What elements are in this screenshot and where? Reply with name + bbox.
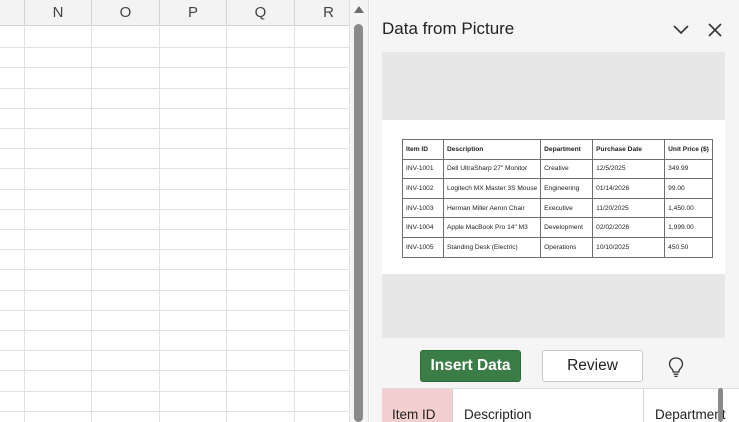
- picture-table-row: INV-1003 Herman Miller Aeron Chair Execu…: [402, 197, 713, 219]
- cell-grid[interactable]: [0, 27, 349, 422]
- picture-cell: Standing Desk (Electric): [442, 236, 542, 258]
- picture-header-cell: Description: [442, 139, 542, 160]
- picture-cell: 02/02/2026: [592, 217, 666, 238]
- picture-cell: Dell UltraSharp 27" Monitor: [442, 158, 542, 180]
- grid-row-line: [0, 269, 349, 270]
- picture-table-header-row: Item ID Description Department Purchase …: [402, 139, 713, 160]
- vertical-scrollbar[interactable]: [349, 0, 369, 422]
- picture-cell: Engineering: [540, 178, 594, 199]
- picture-cell: Executive: [540, 197, 594, 219]
- grid-row-line: [0, 391, 349, 392]
- grid-row-line: [0, 350, 349, 351]
- picture-cell: 01/14/2026: [592, 178, 666, 199]
- grid-column-line: [24, 27, 25, 422]
- picture-table-row: INV-1002 Logitech MX Master 3S Mouse Eng…: [402, 178, 713, 199]
- picture-cell: INV-1001: [402, 158, 444, 180]
- picture-header-cell: Department: [540, 139, 594, 160]
- result-header-department[interactable]: Department: [644, 389, 739, 422]
- review-button[interactable]: Review: [542, 350, 643, 382]
- grid-column-line: [91, 27, 92, 422]
- picture-cell: 10/10/2025: [592, 236, 666, 258]
- picture-cell: 349.99: [664, 158, 713, 180]
- grid-row-line: [0, 168, 349, 169]
- lightbulb-icon[interactable]: [666, 356, 686, 378]
- column-header-o[interactable]: O: [92, 0, 160, 26]
- grid-row-line: [0, 47, 349, 48]
- picture-cell: 450.50: [664, 236, 713, 258]
- grid-row-line: [0, 67, 349, 68]
- picture-header-cell: Unit Price ($): [664, 139, 713, 160]
- picture-cell: INV-1002: [402, 178, 444, 199]
- chevron-down-icon[interactable]: [669, 18, 693, 42]
- picture-cell: 11/20/2025: [592, 197, 666, 219]
- grid-column-line: [159, 27, 160, 422]
- picture-table: Item ID Description Department Purchase …: [402, 139, 713, 258]
- grid-row-line: [0, 229, 349, 230]
- grid-row-line: [0, 148, 349, 149]
- picture-cell: Logitech MX Master 3S Mouse: [442, 178, 542, 199]
- grid-row-line: [0, 88, 349, 89]
- column-header-q[interactable]: Q: [227, 0, 295, 26]
- grid-row-line: [0, 249, 349, 250]
- insert-data-button[interactable]: Insert Data: [420, 350, 521, 382]
- result-header-description[interactable]: Description: [453, 389, 644, 422]
- picture-table-row: INV-1001 Dell UltraSharp 27" Monitor Cre…: [402, 158, 713, 180]
- close-icon[interactable]: [703, 18, 727, 42]
- picture-cell: INV-1003: [402, 197, 444, 219]
- picture-cell: 1,450.00: [664, 197, 713, 219]
- grid-column-line: [294, 27, 295, 422]
- result-header-item-id[interactable]: Item ID: [382, 389, 453, 422]
- column-header-m[interactable]: [0, 0, 25, 26]
- scrollbar-thumb[interactable]: [354, 24, 363, 422]
- grid-row-line: [0, 290, 349, 291]
- column-header-n[interactable]: N: [25, 0, 92, 26]
- picture-cell: 12/5/2025: [592, 158, 666, 180]
- grid-row-line: [0, 411, 349, 412]
- picture-cell: 99.00: [664, 178, 713, 199]
- grid-row-line: [0, 108, 349, 109]
- picture-cell: Operations: [540, 236, 594, 258]
- picture-preview: Item ID Description Department Purchase …: [382, 52, 725, 338]
- picture-cell: 1,999.00: [664, 217, 713, 238]
- column-header-p[interactable]: P: [160, 0, 227, 26]
- grid-row-line: [0, 189, 349, 190]
- grid-row-line: [0, 330, 349, 331]
- picture-cell: INV-1004: [402, 217, 444, 238]
- pane-scrollbar-thumb[interactable]: [718, 388, 723, 422]
- picture-cell: Development: [540, 217, 594, 238]
- pane-title: Data from Picture: [382, 19, 515, 38]
- extracted-data-preview: Item ID Description Department: [382, 388, 739, 422]
- data-from-picture-pane: Data from Picture Item ID Description De…: [370, 0, 739, 422]
- grid-column-line: [226, 27, 227, 422]
- spreadsheet-grid[interactable]: N O P Q R: [0, 0, 349, 422]
- picture-cell: Creative: [540, 158, 594, 180]
- picture-cell: INV-1005: [402, 236, 444, 258]
- picture-header-cell: Item ID: [402, 139, 444, 160]
- source-picture: Item ID Description Department Purchase …: [382, 120, 725, 274]
- grid-row-line: [0, 209, 349, 210]
- picture-table-row: INV-1004 Apple MacBook Pro 14" M3 Develo…: [402, 217, 713, 238]
- grid-row-line: [0, 370, 349, 371]
- picture-table-row: INV-1005 Standing Desk (Electric) Operat…: [402, 236, 713, 258]
- grid-row-line: [0, 128, 349, 129]
- column-header-r[interactable]: R: [295, 0, 349, 26]
- picture-cell: Herman Miller Aeron Chair: [442, 197, 542, 219]
- grid-row-line: [0, 310, 349, 311]
- arrow-up-icon[interactable]: [354, 6, 364, 13]
- picture-cell: Apple MacBook Pro 14" M3: [442, 217, 542, 238]
- picture-header-cell: Purchase Date: [592, 139, 666, 160]
- column-header-row: N O P Q R: [0, 0, 349, 26]
